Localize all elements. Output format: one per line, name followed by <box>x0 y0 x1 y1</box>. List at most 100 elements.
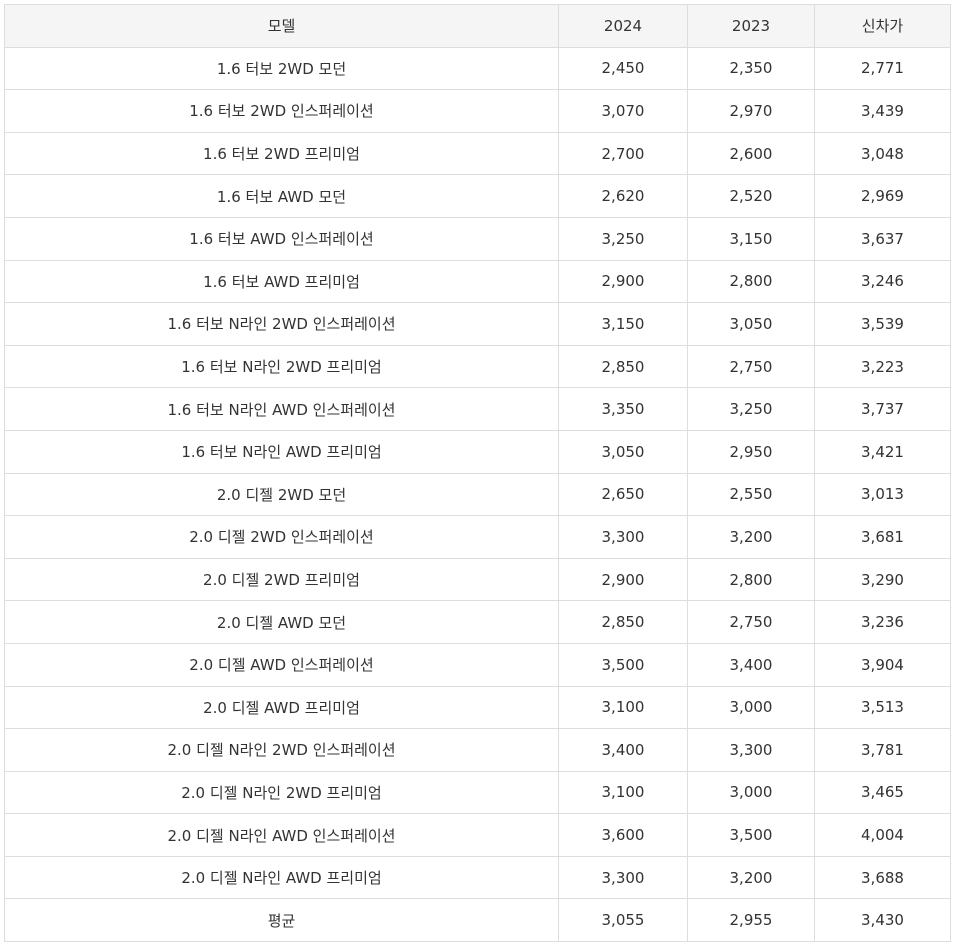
cell-new-car-price: 3,737 <box>814 387 951 431</box>
cell-model: 2.0 디젤 N라인 AWD 프리미엄 <box>4 855 559 900</box>
cell-2024: 3,050 <box>558 429 688 474</box>
cell-2023: 2,600 <box>687 131 815 176</box>
table-row: 2.0 디젤 N라인 AWD 인스퍼레이션 3,600 3,500 4,004 <box>4 813 951 857</box>
cell-model: 2.0 디젤 AWD 프리미엄 <box>4 685 559 730</box>
cell-2024: 3,150 <box>558 302 688 346</box>
cell-2024: 2,620 <box>558 174 688 218</box>
cell-new-car-price: 3,465 <box>814 770 951 815</box>
cell-model: 1.6 터보 N라인 AWD 프리미엄 <box>4 429 559 474</box>
cell-2024: 2,450 <box>558 46 688 91</box>
cell-2023: 3,300 <box>687 728 815 772</box>
cell-new-car-price: 3,290 <box>814 557 951 602</box>
cell-new-car-price: 3,539 <box>814 302 951 346</box>
cell-new-car-price: 3,781 <box>814 728 951 772</box>
cell-2023: 2,750 <box>687 344 815 389</box>
cell-2023: 3,200 <box>687 855 815 900</box>
cell-2024: 2,850 <box>558 344 688 389</box>
cell-new-car-price: 3,513 <box>814 685 951 730</box>
cell-model: 1.6 터보 AWD 모던 <box>4 174 559 218</box>
header-new-car-price: 신차가 <box>814 4 951 48</box>
cell-model: 2.0 디젤 2WD 모던 <box>4 472 559 517</box>
cell-2023: 3,200 <box>687 515 815 559</box>
table-row: 2.0 디젤 AWD 프리미엄 3,100 3,000 3,513 <box>4 685 951 730</box>
cell-2023: 2,520 <box>687 174 815 218</box>
cell-new-car-price: 3,681 <box>814 515 951 559</box>
cell-2024: 3,070 <box>558 89 688 133</box>
cell-2023: 3,250 <box>687 387 815 431</box>
cell-2023: 2,950 <box>687 429 815 474</box>
header-2024: 2024 <box>558 4 688 48</box>
table-row: 1.6 터보 AWD 프리미엄 2,900 2,800 3,246 <box>4 259 951 304</box>
cell-new-car-price: 3,637 <box>814 216 951 261</box>
cell-2024: 3,300 <box>558 855 688 900</box>
table-row: 1.6 터보 N라인 2WD 인스퍼레이션 3,150 3,050 3,539 <box>4 302 951 346</box>
cell-model: 2.0 디젤 N라인 AWD 인스퍼레이션 <box>4 813 559 857</box>
cell-model: 1.6 터보 2WD 프리미엄 <box>4 131 559 176</box>
cell-2023: 2,350 <box>687 46 815 91</box>
cell-model: 1.6 터보 AWD 인스퍼레이션 <box>4 216 559 261</box>
cell-2023: 3,500 <box>687 813 815 857</box>
cell-model: 2.0 디젤 AWD 인스퍼레이션 <box>4 642 559 687</box>
cell-2023: 2,550 <box>687 472 815 517</box>
cell-2024: 3,400 <box>558 728 688 772</box>
table-row: 1.6 터보 N라인 AWD 인스퍼레이션 3,350 3,250 3,737 <box>4 387 951 431</box>
cell-2023: 2,955 <box>687 898 815 943</box>
table-row: 2.0 디젤 2WD 모던 2,650 2,550 3,013 <box>4 472 951 517</box>
cell-new-car-price: 3,421 <box>814 429 951 474</box>
cell-2024: 2,900 <box>558 259 688 304</box>
cell-new-car-price: 3,048 <box>814 131 951 176</box>
table-row: 2.0 디젤 N라인 2WD 인스퍼레이션 3,400 3,300 3,781 <box>4 728 951 772</box>
cell-2024: 2,700 <box>558 131 688 176</box>
cell-2024: 3,600 <box>558 813 688 857</box>
table-row: 2.0 디젤 AWD 인스퍼레이션 3,500 3,400 3,904 <box>4 642 951 687</box>
table-row: 2.0 디젤 2WD 인스퍼레이션 3,300 3,200 3,681 <box>4 515 951 559</box>
table-row: 1.6 터보 2WD 모던 2,450 2,350 2,771 <box>4 46 951 91</box>
cell-model: 1.6 터보 2WD 인스퍼레이션 <box>4 89 559 133</box>
cell-model: 평균 <box>4 898 559 943</box>
table-row: 1.6 터보 N라인 2WD 프리미엄 2,850 2,750 3,223 <box>4 344 951 389</box>
cell-model: 1.6 터보 N라인 2WD 프리미엄 <box>4 344 559 389</box>
cell-new-car-price: 3,439 <box>814 89 951 133</box>
cell-new-car-price: 3,223 <box>814 344 951 389</box>
cell-model: 2.0 디젤 2WD 프리미엄 <box>4 557 559 602</box>
cell-2023: 2,800 <box>687 557 815 602</box>
cell-model: 1.6 터보 AWD 프리미엄 <box>4 259 559 304</box>
cell-model: 2.0 디젤 2WD 인스퍼레이션 <box>4 515 559 559</box>
table-header-row: 모델 2024 2023 신차가 <box>4 4 951 48</box>
cell-new-car-price: 4,004 <box>814 813 951 857</box>
header-2023: 2023 <box>687 4 815 48</box>
cell-new-car-price: 3,246 <box>814 259 951 304</box>
cell-2024: 2,850 <box>558 600 688 644</box>
table-row: 1.6 터보 AWD 모던 2,620 2,520 2,969 <box>4 174 951 218</box>
cell-2023: 2,970 <box>687 89 815 133</box>
cell-2024: 2,650 <box>558 472 688 517</box>
cell-2024: 3,500 <box>558 642 688 687</box>
cell-new-car-price: 3,688 <box>814 855 951 900</box>
table-row: 1.6 터보 N라인 AWD 프리미엄 3,050 2,950 3,421 <box>4 429 951 474</box>
cell-2023: 3,400 <box>687 642 815 687</box>
cell-2024: 3,350 <box>558 387 688 431</box>
cell-new-car-price: 3,904 <box>814 642 951 687</box>
cell-2024: 2,900 <box>558 557 688 602</box>
cell-2024: 3,250 <box>558 216 688 261</box>
price-table: 모델 2024 2023 신차가 1.6 터보 2WD 모던 2,450 2,350… <box>4 4 951 943</box>
cell-model: 2.0 디젤 N라인 2WD 프리미엄 <box>4 770 559 815</box>
cell-new-car-price: 2,969 <box>814 174 951 218</box>
table-row: 1.6 터보 AWD 인스퍼레이션 3,250 3,150 3,637 <box>4 216 951 261</box>
price-table-container: 모델 2024 2023 신차가 1.6 터보 2WD 모던 2,450 2,350… <box>4 4 951 943</box>
cell-2024: 3,055 <box>558 898 688 943</box>
cell-2023: 3,000 <box>687 770 815 815</box>
table-body: 1.6 터보 2WD 모던 2,450 2,350 2,771 1.6 터보 2WD 인… <box>4 46 951 943</box>
average-row: 평균 3,055 2,955 3,430 <box>4 898 951 943</box>
header-model: 모델 <box>4 4 559 48</box>
cell-model: 1.6 터보 2WD 모던 <box>4 46 559 91</box>
cell-2023: 3,050 <box>687 302 815 346</box>
table-row: 2.0 디젤 2WD 프리미엄 2,900 2,800 3,290 <box>4 557 951 602</box>
cell-new-car-price: 3,430 <box>814 898 951 943</box>
table-row: 2.0 디젤 AWD 모던 2,850 2,750 3,236 <box>4 600 951 644</box>
cell-new-car-price: 3,236 <box>814 600 951 644</box>
cell-model: 2.0 디젤 AWD 모던 <box>4 600 559 644</box>
cell-model: 2.0 디젤 N라인 2WD 인스퍼레이션 <box>4 728 559 772</box>
table-row: 1.6 터보 2WD 프리미엄 2,700 2,600 3,048 <box>4 131 951 176</box>
table-row: 2.0 디젤 N라인 2WD 프리미엄 3,100 3,000 3,465 <box>4 770 951 815</box>
